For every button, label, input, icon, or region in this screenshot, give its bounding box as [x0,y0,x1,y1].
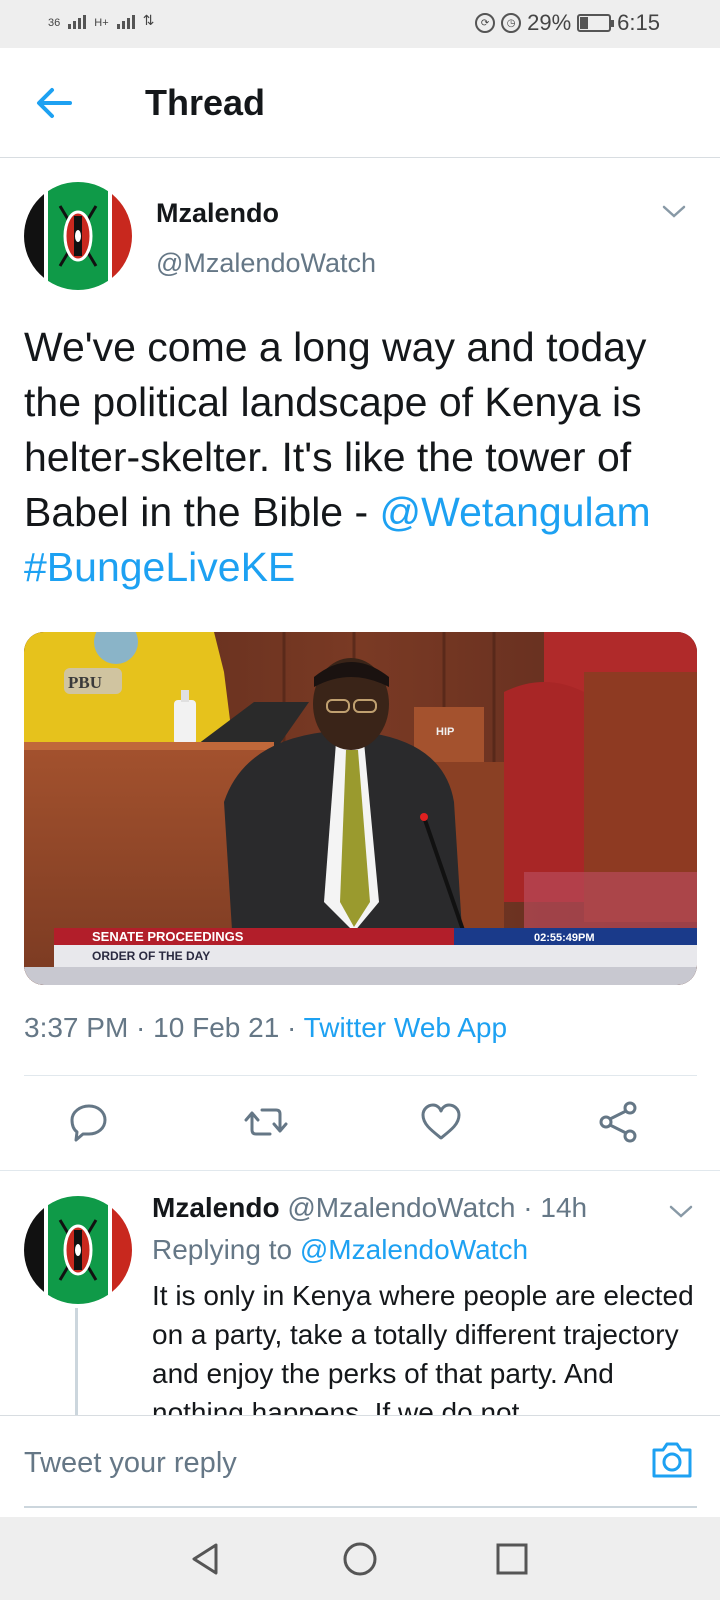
reply-text: It is only in Kenya where people are ele… [152,1280,694,1416]
speech-bubble-icon[interactable] [67,1100,111,1144]
kenya-flag-logo [24,1196,132,1304]
share-icon[interactable] [596,1100,640,1144]
signal-2-icon [116,15,135,29]
senate-video-still: PBU HIP SENATE PROCEEDINGS 02:55:49PM OR… [24,632,697,985]
retweet-icon[interactable] [244,1100,288,1144]
status-right: ⟳ ◷ 29% 6:15 [475,10,660,36]
meta-separator: · [128,1012,154,1043]
chevron-down-icon[interactable] [668,1204,694,1220]
chevron-down-icon[interactable] [661,204,687,220]
thread-connector-line [75,1308,78,1418]
status-left: 36 H+ ⇅ [48,12,154,29]
battery-icon [577,14,615,32]
media-logo-text: PBU [68,673,102,692]
sync-icon: ⟳ [475,13,496,33]
avatar[interactable] [24,182,132,290]
heart-icon[interactable] [419,1100,463,1144]
tweet-time: 3:37 PM [24,1012,129,1043]
reply-header: Mzalendo @MzalendoWatch · 14h [152,1192,587,1224]
reply-author-handle[interactable]: @MzalendoWatch [287,1192,515,1223]
status-time: 6:15 [617,10,660,35]
tweet-source-link[interactable]: Twitter Web App [304,1012,507,1043]
square-recents-icon[interactable] [492,1539,532,1579]
replying-to-handle[interactable]: @MzalendoWatch [300,1234,528,1265]
compose-underline [24,1506,697,1508]
divider [24,1075,697,1076]
reply-age: 14h [540,1192,588,1223]
arrow-left-icon[interactable] [34,86,74,120]
avatar[interactable] [24,1196,132,1304]
reply-separator: · [515,1192,541,1223]
kenya-flag-logo [24,182,132,290]
reply-author-name[interactable]: Mzalendo [152,1192,280,1223]
battery-percent: 29% [527,10,572,35]
alarm-icon: ◷ [501,13,522,33]
tweet-date: 10 Feb 21 [153,1012,280,1043]
thread-header: Thread [0,48,720,158]
hashtag-link[interactable]: #BungeLiveKE [24,544,295,590]
reply-compose-bar [0,1415,720,1515]
camera-icon[interactable] [650,1440,694,1480]
triangle-back-icon[interactable] [186,1539,226,1579]
media-placard-text: HIP [436,726,454,738]
system-nav-bar [0,1517,720,1600]
page-title: Thread [145,82,266,123]
signal-icon [68,15,87,29]
replying-to: Replying to @MzalendoWatch [152,1234,528,1266]
media-ticker-title: SENATE PROCEEDINGS [92,929,244,944]
divider [0,1170,720,1171]
status-bar: 36 H+ ⇅ ⟳ ◷ 29% 6:15 [0,0,720,48]
circle-home-icon[interactable] [340,1539,380,1579]
network-1-label: 36 [48,17,61,29]
media-ticker-subtitle: ORDER OF THE DAY [92,949,210,963]
battery-fill [580,17,589,29]
author-handle[interactable]: @MzalendoWatch [156,248,376,279]
author-name[interactable]: Mzalendo [156,198,279,229]
tweet-text: We've come a long way and today the poli… [24,320,704,595]
reply-input[interactable] [24,1440,604,1486]
network-2-label: H+ [94,17,109,29]
tweet-media-image[interactable]: PBU HIP SENATE PROCEEDINGS 02:55:49PM OR… [24,632,697,985]
tweet-meta: 3:37 PM · 10 Feb 21 · Twitter Web App [24,1012,507,1044]
mention-link[interactable]: @Wetangulam [380,489,651,535]
media-ticker-time: 02:55:49PM [534,932,595,944]
data-transfer-icon: ⇅ [142,12,155,28]
meta-separator: · [279,1012,304,1043]
replying-to-label: Replying to [152,1234,293,1265]
